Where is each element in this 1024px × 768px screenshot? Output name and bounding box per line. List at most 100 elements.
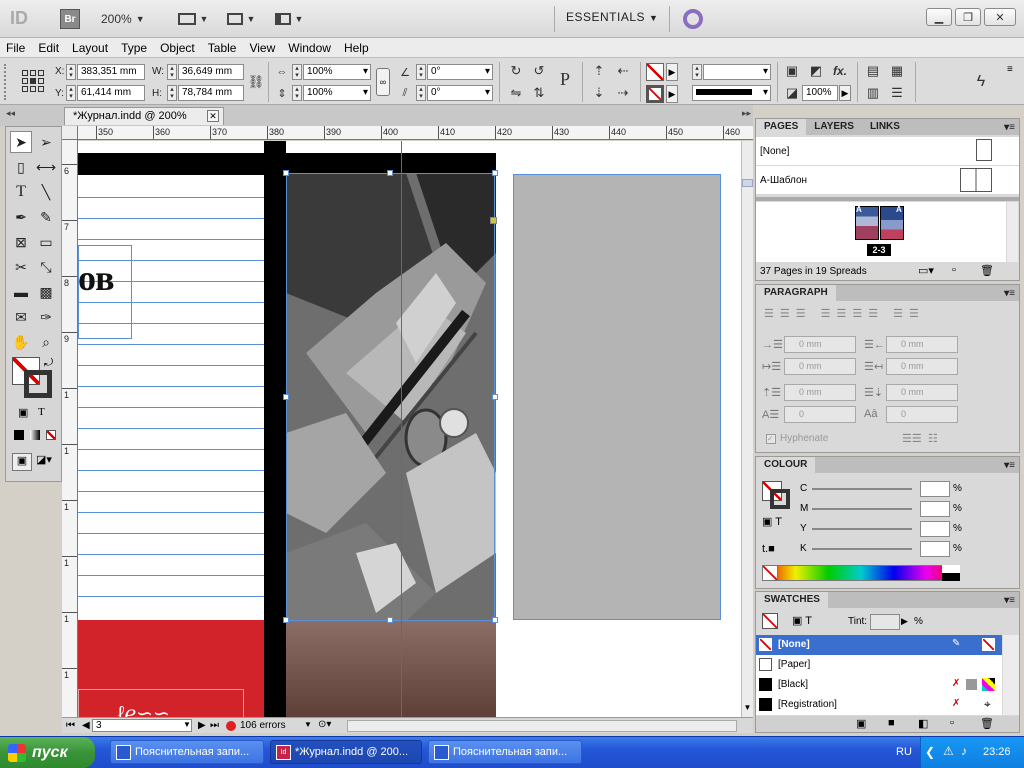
clock[interactable]: 23:26 xyxy=(983,746,1011,758)
apply-colour-icon[interactable] xyxy=(14,430,24,440)
menu-layout[interactable]: Layout xyxy=(72,41,108,55)
drop-shadow-icon[interactable]: ▣ xyxy=(783,62,801,80)
tab-swatches[interactable]: SWATCHES xyxy=(756,592,828,608)
document-tab[interactable]: *Журнал.indd @ 200% ✕ xyxy=(64,107,224,125)
panel-menu-icon[interactable]: ▾≡ xyxy=(1004,122,1015,133)
tray-expand-icon[interactable]: ❮ xyxy=(925,745,935,759)
black-slider[interactable] xyxy=(812,548,912,550)
gradient-feather-tool-icon[interactable]: ▩ xyxy=(35,281,57,303)
rotate-stepper[interactable]: ▴ ▾ xyxy=(416,64,426,80)
reference-point-icon[interactable] xyxy=(22,70,44,92)
volume-icon[interactable]: ♪ xyxy=(961,744,967,758)
collapse-panel-icon[interactable]: ◂◂ xyxy=(6,108,15,119)
stroke-weight-dropdown[interactable] xyxy=(703,64,771,80)
page-tool-icon[interactable]: ▯ xyxy=(10,156,32,178)
w-stepper[interactable]: ▴ ▾ xyxy=(167,64,177,80)
colour-formatting-icon[interactable]: ▣ T xyxy=(762,515,782,528)
chevron-down-icon[interactable]: ▼ xyxy=(183,720,191,729)
chain-link-icon[interactable]: ∞ xyxy=(376,68,390,96)
cs-live-icon[interactable] xyxy=(683,9,703,29)
alignment-buttons[interactable]: ☰☰☰ ☰☰☰☰ ☰☰ xyxy=(764,307,925,320)
start-button[interactable]: пуск xyxy=(0,737,95,768)
zoom-level-dropdown[interactable]: 200% ▼ xyxy=(100,9,146,29)
rotate-dropdown[interactable]: 0° xyxy=(427,64,493,80)
trash-icon[interactable]: 🗑 xyxy=(980,264,994,277)
scale-x-dropdown[interactable]: 100% xyxy=(303,64,371,80)
cyan-field[interactable] xyxy=(920,481,950,497)
resize-handle[interactable] xyxy=(492,170,498,176)
menu-window[interactable]: Window xyxy=(288,41,331,55)
normal-view-icon[interactable]: ▣ xyxy=(12,453,32,471)
first-line-indent-field[interactable]: 0 mm xyxy=(784,358,856,375)
tab-pages[interactable]: PAGES xyxy=(756,119,807,135)
bridge-button[interactable]: Br xyxy=(60,9,80,29)
menu-type[interactable]: Type xyxy=(121,41,147,55)
distribute-icon[interactable]: ☰ xyxy=(888,84,906,102)
gradient-swatch-tool-icon[interactable]: ▬ xyxy=(10,281,32,303)
rectangle-tool-icon[interactable]: ▭ xyxy=(35,231,57,253)
restore-button[interactable]: ❐ xyxy=(955,8,981,26)
close-tab-icon[interactable]: ✕ xyxy=(207,110,219,122)
scale-y-stepper[interactable]: ▴ ▾ xyxy=(292,85,302,101)
pen-tool-icon[interactable]: ✒ xyxy=(10,206,32,228)
resize-handle[interactable] xyxy=(387,170,393,176)
menu-edit[interactable]: Edit xyxy=(38,41,59,55)
colour-stroke-icon[interactable] xyxy=(770,489,790,509)
spectrum-black-swatch[interactable] xyxy=(942,573,960,581)
tab-colour[interactable]: COLOUR xyxy=(756,457,816,473)
panel-menu-icon[interactable]: ▾≡ xyxy=(1004,595,1015,606)
next-page-icon[interactable]: ▶ xyxy=(198,720,206,731)
gray-placeholder-frame[interactable] xyxy=(513,174,721,620)
scale-x-stepper[interactable]: ▴ ▾ xyxy=(292,64,302,80)
last-line-indent-field[interactable]: 0 mm xyxy=(886,358,958,375)
shear-dropdown[interactable]: 0° xyxy=(427,85,493,101)
select-previous-icon[interactable]: ⇠ xyxy=(614,62,632,80)
vertical-ruler[interactable]: 67891111111 xyxy=(62,140,78,717)
h-field[interactable]: 78,784 mm xyxy=(178,85,244,101)
black-field[interactable] xyxy=(920,541,950,557)
yellow-field[interactable] xyxy=(920,521,950,537)
apply-none-icon[interactable] xyxy=(46,430,56,440)
view-options-button[interactable]: ▼ xyxy=(176,9,210,29)
preflight-errors-count[interactable]: 106 errors xyxy=(240,720,286,731)
menu-help[interactable]: Help xyxy=(344,41,369,55)
formatting-text-icon[interactable]: T xyxy=(38,406,45,418)
direct-selection-tool-icon[interactable]: ➢ xyxy=(35,131,57,153)
security-alert-icon[interactable]: ⚠ xyxy=(943,744,954,758)
panel-menu-icon[interactable]: ▾≡ xyxy=(1004,288,1015,299)
yellow-slider[interactable] xyxy=(812,528,912,530)
flip-horizontal-icon[interactable]: ⇋ xyxy=(507,84,525,102)
document-canvas[interactable]: ов ℓℯ∽∽ xyxy=(78,141,741,717)
left-indent-field[interactable]: 0 mm xyxy=(784,336,856,353)
menu-table[interactable]: Table xyxy=(208,41,237,55)
note-tool-icon[interactable]: ✉ xyxy=(10,306,32,328)
free-transform-tool-icon[interactable]: ⤡ xyxy=(35,256,57,278)
stroke-menu-arrow-icon[interactable]: ▶ xyxy=(666,85,678,103)
magenta-slider[interactable] xyxy=(812,508,912,510)
resize-handle[interactable] xyxy=(492,617,498,623)
effects-fx-icon[interactable]: fx. xyxy=(831,62,849,80)
tab-paragraph[interactable]: PARAGRAPH xyxy=(756,285,836,301)
swatch-row-none[interactable]: [None] ✎ xyxy=(756,635,1002,655)
delete-swatch-icon[interactable]: 🗑 xyxy=(980,717,994,730)
page-number-field[interactable]: 3 xyxy=(92,719,192,732)
select-next-icon[interactable]: ⇢ xyxy=(614,84,632,102)
language-indicator[interactable]: RU xyxy=(896,746,912,758)
pencil-tool-icon[interactable]: ✎ xyxy=(35,206,57,228)
y-field[interactable]: 61,414 mm xyxy=(77,85,145,101)
preview-mode-icon[interactable]: ◪▾ xyxy=(36,453,52,466)
y-stepper[interactable]: ▴ ▾ xyxy=(66,85,76,101)
swap-fill-stroke-icon[interactable]: ⤾ xyxy=(44,357,53,370)
panel-menu-icon[interactable]: ▾≡ xyxy=(1004,460,1015,471)
opacity-field[interactable]: 100% xyxy=(802,85,838,101)
stroke-none-icon[interactable] xyxy=(646,85,664,103)
resize-handle[interactable] xyxy=(492,394,498,400)
line-tool-icon[interactable]: ╲ xyxy=(35,181,57,203)
selection-tool-icon[interactable]: ➤ xyxy=(10,131,32,153)
resize-handle[interactable] xyxy=(387,617,393,623)
expand-panels-icon[interactable]: ▸▸ xyxy=(742,108,751,119)
shear-stepper[interactable]: ▴ ▾ xyxy=(416,85,426,101)
constrain-proportions-icon[interactable]: ⛓ xyxy=(247,73,265,91)
tab-links[interactable]: LINKS xyxy=(862,119,908,135)
chevron-down-icon[interactable]: ▼ xyxy=(304,720,312,729)
